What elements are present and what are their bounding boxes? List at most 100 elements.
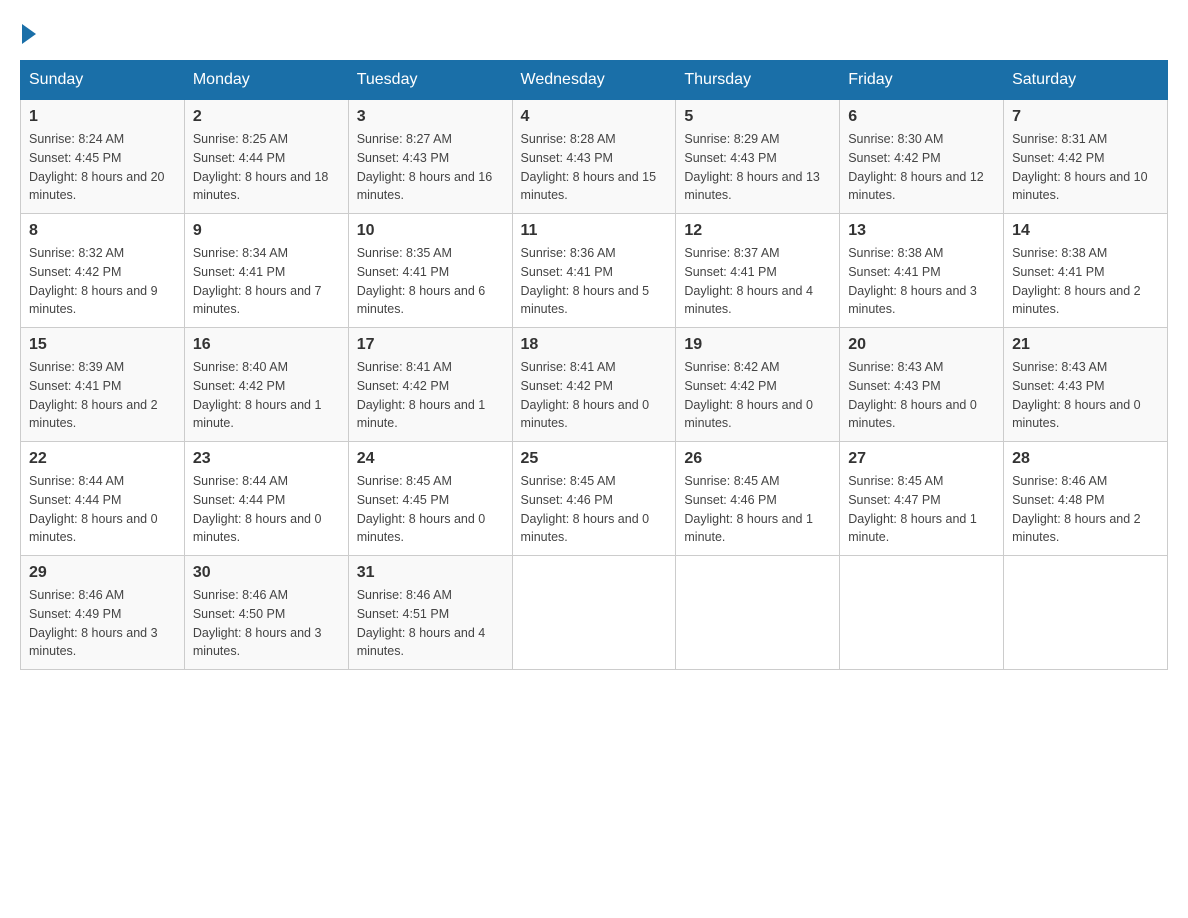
day-number: 11 bbox=[521, 222, 668, 240]
calendar-week-row: 8 Sunrise: 8:32 AM Sunset: 4:42 PM Dayli… bbox=[21, 214, 1168, 328]
day-info: Sunrise: 8:39 AM Sunset: 4:41 PM Dayligh… bbox=[29, 358, 176, 433]
calendar-cell: 23 Sunrise: 8:44 AM Sunset: 4:44 PM Dayl… bbox=[184, 442, 348, 556]
weekday-header-tuesday: Tuesday bbox=[348, 61, 512, 100]
day-number: 6 bbox=[848, 108, 995, 126]
day-number: 17 bbox=[357, 336, 504, 354]
day-number: 26 bbox=[684, 450, 831, 468]
day-number: 25 bbox=[521, 450, 668, 468]
calendar-cell: 18 Sunrise: 8:41 AM Sunset: 4:42 PM Dayl… bbox=[512, 328, 676, 442]
day-number: 5 bbox=[684, 108, 831, 126]
calendar-cell: 7 Sunrise: 8:31 AM Sunset: 4:42 PM Dayli… bbox=[1004, 100, 1168, 214]
calendar-cell: 2 Sunrise: 8:25 AM Sunset: 4:44 PM Dayli… bbox=[184, 100, 348, 214]
calendar-cell: 11 Sunrise: 8:36 AM Sunset: 4:41 PM Dayl… bbox=[512, 214, 676, 328]
day-info: Sunrise: 8:46 AM Sunset: 4:50 PM Dayligh… bbox=[193, 586, 340, 661]
day-number: 29 bbox=[29, 564, 176, 582]
calendar-cell: 1 Sunrise: 8:24 AM Sunset: 4:45 PM Dayli… bbox=[21, 100, 185, 214]
day-number: 2 bbox=[193, 108, 340, 126]
day-info: Sunrise: 8:43 AM Sunset: 4:43 PM Dayligh… bbox=[848, 358, 995, 433]
calendar-cell: 25 Sunrise: 8:45 AM Sunset: 4:46 PM Dayl… bbox=[512, 442, 676, 556]
day-number: 20 bbox=[848, 336, 995, 354]
day-info: Sunrise: 8:29 AM Sunset: 4:43 PM Dayligh… bbox=[684, 130, 831, 205]
calendar-cell: 9 Sunrise: 8:34 AM Sunset: 4:41 PM Dayli… bbox=[184, 214, 348, 328]
weekday-header-saturday: Saturday bbox=[1004, 61, 1168, 100]
day-info: Sunrise: 8:38 AM Sunset: 4:41 PM Dayligh… bbox=[848, 244, 995, 319]
day-info: Sunrise: 8:44 AM Sunset: 4:44 PM Dayligh… bbox=[29, 472, 176, 547]
calendar-cell: 22 Sunrise: 8:44 AM Sunset: 4:44 PM Dayl… bbox=[21, 442, 185, 556]
day-info: Sunrise: 8:41 AM Sunset: 4:42 PM Dayligh… bbox=[357, 358, 504, 433]
day-info: Sunrise: 8:45 AM Sunset: 4:46 PM Dayligh… bbox=[521, 472, 668, 547]
day-info: Sunrise: 8:40 AM Sunset: 4:42 PM Dayligh… bbox=[193, 358, 340, 433]
calendar-cell: 5 Sunrise: 8:29 AM Sunset: 4:43 PM Dayli… bbox=[676, 100, 840, 214]
weekday-header-friday: Friday bbox=[840, 61, 1004, 100]
day-number: 28 bbox=[1012, 450, 1159, 468]
calendar-cell bbox=[1004, 556, 1168, 670]
day-info: Sunrise: 8:28 AM Sunset: 4:43 PM Dayligh… bbox=[521, 130, 668, 205]
day-number: 10 bbox=[357, 222, 504, 240]
calendar-cell: 29 Sunrise: 8:46 AM Sunset: 4:49 PM Dayl… bbox=[21, 556, 185, 670]
day-info: Sunrise: 8:46 AM Sunset: 4:48 PM Dayligh… bbox=[1012, 472, 1159, 547]
day-number: 3 bbox=[357, 108, 504, 126]
calendar-week-row: 1 Sunrise: 8:24 AM Sunset: 4:45 PM Dayli… bbox=[21, 100, 1168, 214]
day-info: Sunrise: 8:32 AM Sunset: 4:42 PM Dayligh… bbox=[29, 244, 176, 319]
day-number: 21 bbox=[1012, 336, 1159, 354]
day-number: 19 bbox=[684, 336, 831, 354]
day-info: Sunrise: 8:44 AM Sunset: 4:44 PM Dayligh… bbox=[193, 472, 340, 547]
calendar-cell: 26 Sunrise: 8:45 AM Sunset: 4:46 PM Dayl… bbox=[676, 442, 840, 556]
day-number: 8 bbox=[29, 222, 176, 240]
day-info: Sunrise: 8:46 AM Sunset: 4:49 PM Dayligh… bbox=[29, 586, 176, 661]
calendar-cell: 8 Sunrise: 8:32 AM Sunset: 4:42 PM Dayli… bbox=[21, 214, 185, 328]
calendar-week-row: 29 Sunrise: 8:46 AM Sunset: 4:49 PM Dayl… bbox=[21, 556, 1168, 670]
calendar-cell: 16 Sunrise: 8:40 AM Sunset: 4:42 PM Dayl… bbox=[184, 328, 348, 442]
calendar-cell: 27 Sunrise: 8:45 AM Sunset: 4:47 PM Dayl… bbox=[840, 442, 1004, 556]
day-info: Sunrise: 8:45 AM Sunset: 4:46 PM Dayligh… bbox=[684, 472, 831, 547]
calendar-cell: 24 Sunrise: 8:45 AM Sunset: 4:45 PM Dayl… bbox=[348, 442, 512, 556]
day-info: Sunrise: 8:41 AM Sunset: 4:42 PM Dayligh… bbox=[521, 358, 668, 433]
calendar-cell: 3 Sunrise: 8:27 AM Sunset: 4:43 PM Dayli… bbox=[348, 100, 512, 214]
calendar-cell: 13 Sunrise: 8:38 AM Sunset: 4:41 PM Dayl… bbox=[840, 214, 1004, 328]
logo-arrow-icon bbox=[22, 24, 36, 44]
day-number: 30 bbox=[193, 564, 340, 582]
calendar-cell: 15 Sunrise: 8:39 AM Sunset: 4:41 PM Dayl… bbox=[21, 328, 185, 442]
day-number: 31 bbox=[357, 564, 504, 582]
weekday-header-row: SundayMondayTuesdayWednesdayThursdayFrid… bbox=[21, 61, 1168, 100]
day-info: Sunrise: 8:38 AM Sunset: 4:41 PM Dayligh… bbox=[1012, 244, 1159, 319]
weekday-header-monday: Monday bbox=[184, 61, 348, 100]
calendar-week-row: 22 Sunrise: 8:44 AM Sunset: 4:44 PM Dayl… bbox=[21, 442, 1168, 556]
calendar-cell: 12 Sunrise: 8:37 AM Sunset: 4:41 PM Dayl… bbox=[676, 214, 840, 328]
day-number: 9 bbox=[193, 222, 340, 240]
calendar-week-row: 15 Sunrise: 8:39 AM Sunset: 4:41 PM Dayl… bbox=[21, 328, 1168, 442]
day-number: 16 bbox=[193, 336, 340, 354]
day-number: 24 bbox=[357, 450, 504, 468]
day-info: Sunrise: 8:43 AM Sunset: 4:43 PM Dayligh… bbox=[1012, 358, 1159, 433]
calendar-cell: 20 Sunrise: 8:43 AM Sunset: 4:43 PM Dayl… bbox=[840, 328, 1004, 442]
calendar-cell bbox=[676, 556, 840, 670]
day-info: Sunrise: 8:46 AM Sunset: 4:51 PM Dayligh… bbox=[357, 586, 504, 661]
weekday-header-wednesday: Wednesday bbox=[512, 61, 676, 100]
day-number: 7 bbox=[1012, 108, 1159, 126]
day-info: Sunrise: 8:30 AM Sunset: 4:42 PM Dayligh… bbox=[848, 130, 995, 205]
calendar-cell bbox=[840, 556, 1004, 670]
day-info: Sunrise: 8:45 AM Sunset: 4:47 PM Dayligh… bbox=[848, 472, 995, 547]
day-info: Sunrise: 8:36 AM Sunset: 4:41 PM Dayligh… bbox=[521, 244, 668, 319]
calendar-cell: 30 Sunrise: 8:46 AM Sunset: 4:50 PM Dayl… bbox=[184, 556, 348, 670]
day-info: Sunrise: 8:25 AM Sunset: 4:44 PM Dayligh… bbox=[193, 130, 340, 205]
day-info: Sunrise: 8:35 AM Sunset: 4:41 PM Dayligh… bbox=[357, 244, 504, 319]
day-number: 15 bbox=[29, 336, 176, 354]
day-number: 1 bbox=[29, 108, 176, 126]
calendar-cell bbox=[512, 556, 676, 670]
day-info: Sunrise: 8:34 AM Sunset: 4:41 PM Dayligh… bbox=[193, 244, 340, 319]
calendar-cell: 21 Sunrise: 8:43 AM Sunset: 4:43 PM Dayl… bbox=[1004, 328, 1168, 442]
calendar-cell: 17 Sunrise: 8:41 AM Sunset: 4:42 PM Dayl… bbox=[348, 328, 512, 442]
calendar-cell: 6 Sunrise: 8:30 AM Sunset: 4:42 PM Dayli… bbox=[840, 100, 1004, 214]
day-info: Sunrise: 8:31 AM Sunset: 4:42 PM Dayligh… bbox=[1012, 130, 1159, 205]
calendar-cell: 4 Sunrise: 8:28 AM Sunset: 4:43 PM Dayli… bbox=[512, 100, 676, 214]
day-info: Sunrise: 8:42 AM Sunset: 4:42 PM Dayligh… bbox=[684, 358, 831, 433]
logo bbox=[20, 20, 36, 40]
day-number: 14 bbox=[1012, 222, 1159, 240]
day-number: 22 bbox=[29, 450, 176, 468]
calendar-cell: 28 Sunrise: 8:46 AM Sunset: 4:48 PM Dayl… bbox=[1004, 442, 1168, 556]
weekday-header-sunday: Sunday bbox=[21, 61, 185, 100]
day-info: Sunrise: 8:24 AM Sunset: 4:45 PM Dayligh… bbox=[29, 130, 176, 205]
day-info: Sunrise: 8:27 AM Sunset: 4:43 PM Dayligh… bbox=[357, 130, 504, 205]
day-number: 23 bbox=[193, 450, 340, 468]
